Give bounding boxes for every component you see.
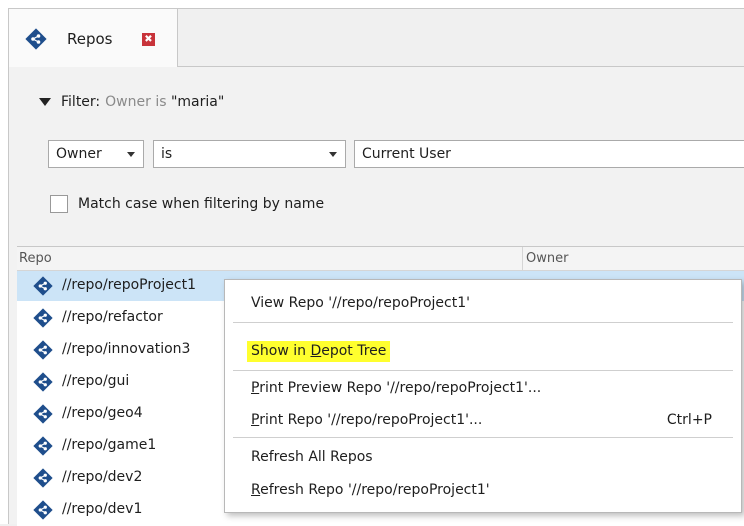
match-case-label: Match case when filtering by name (78, 196, 325, 212)
repo-name: //repo/refactor (62, 309, 163, 325)
repo-name: //repo/repoProject1 (62, 277, 196, 293)
chevron-down-icon (329, 152, 337, 157)
menu-item-label: Refresh All Repos (251, 449, 373, 465)
repo-icon (25, 28, 47, 54)
filter-label: Filter: (61, 94, 101, 110)
repo-icon (33, 404, 53, 428)
highlight-marker: Show in Depot Tree (247, 341, 391, 362)
menu-text-part: Show in (251, 343, 311, 359)
match-case-checkbox[interactable] (50, 195, 68, 213)
menu-item-label: Print Repo '//repo/repoProject1'... (251, 412, 482, 428)
window-left-border (0, 0, 8, 524)
filter-value-field[interactable]: Current User (354, 140, 744, 168)
menu-item-view-repo[interactable]: View Repo '//repo/repoProject1' (226, 288, 738, 318)
menu-separator (233, 437, 733, 438)
menu-mnemonic: R (251, 482, 261, 498)
filter-operator-value: is (161, 146, 173, 162)
filter-value-text: Current User (362, 146, 451, 162)
filter-field-dropdown[interactable]: Owner (48, 140, 144, 168)
repo-icon (33, 308, 53, 332)
menu-text-part: rint Preview Repo '//repo/repoProject1'.… (259, 380, 542, 396)
menu-item-print-repo[interactable]: Print Repo '//repo/repoProject1'... Ctrl… (226, 405, 738, 435)
menu-mnemonic: P (251, 412, 260, 428)
menu-mnemonic: P (251, 380, 260, 396)
repo-name: //repo/innovation3 (62, 341, 191, 357)
menu-text-part: rint Repo '//repo/repoProject1'... (259, 412, 483, 428)
column-divider[interactable] (522, 247, 523, 271)
menu-item-label: View Repo '//repo/repoProject1' (251, 295, 470, 311)
filter-operator-dropdown[interactable]: is (153, 140, 346, 168)
filter-summary[interactable]: Filter: Owner is "maria" (39, 94, 224, 110)
filter-field-value: Owner (56, 146, 102, 162)
menu-item-label: Print Preview Repo '//repo/repoProject1'… (251, 380, 541, 396)
repo-name: //repo/geo4 (62, 405, 143, 421)
menu-item-label: Show in Depot Tree (247, 341, 391, 362)
menu-item-refresh-all[interactable]: Refresh All Repos (226, 442, 738, 472)
collapse-triangle-icon[interactable] (39, 98, 51, 106)
menu-text-part: efresh Repo '//repo/repoProject1' (260, 482, 490, 498)
repo-name: //repo/gui (62, 373, 130, 389)
repo-icon (33, 276, 53, 300)
menu-mnemonic: D (310, 343, 322, 359)
tab-label: Repos (67, 30, 113, 48)
menu-item-print-preview[interactable]: Print Preview Repo '//repo/repoProject1'… (226, 373, 738, 403)
menu-shortcut: Ctrl+P (666, 412, 712, 428)
repo-icon (33, 372, 53, 396)
menu-item-refresh-repo[interactable]: Refresh Repo '//repo/repoProject1' (226, 475, 738, 505)
repo-name: //repo/dev1 (62, 501, 143, 517)
close-icon[interactable]: ✖ (142, 33, 155, 46)
filter-summary-prefix: Owner is (105, 94, 167, 110)
repo-icon (33, 468, 53, 492)
menu-item-show-in-depot-tree[interactable]: Show in Depot Tree (226, 336, 738, 366)
menu-separator (233, 370, 733, 371)
repo-icon (33, 340, 53, 364)
column-header-repo[interactable]: Repo (19, 251, 52, 266)
chevron-down-icon (127, 152, 135, 157)
window-top-border (0, 0, 744, 8)
repo-name: //repo/game1 (62, 437, 157, 453)
repo-name: //repo/dev2 (62, 469, 143, 485)
table-header: Repo Owner (17, 247, 744, 271)
tab-repos[interactable]: Repos ✖ (9, 9, 178, 67)
tab-bar: Repos ✖ (9, 9, 744, 67)
match-case-option[interactable]: Match case when filtering by name (50, 195, 324, 213)
menu-text-part: epot Tree (321, 343, 387, 359)
menu-item-label: Refresh Repo '//repo/repoProject1' (251, 482, 490, 498)
repo-icon (33, 436, 53, 460)
filter-summary-value: "maria" (170, 94, 225, 110)
context-menu: View Repo '//repo/repoProject1' Show in … (224, 279, 742, 513)
menu-separator (233, 322, 733, 323)
repo-icon (33, 500, 53, 524)
column-header-owner[interactable]: Owner (526, 251, 568, 266)
